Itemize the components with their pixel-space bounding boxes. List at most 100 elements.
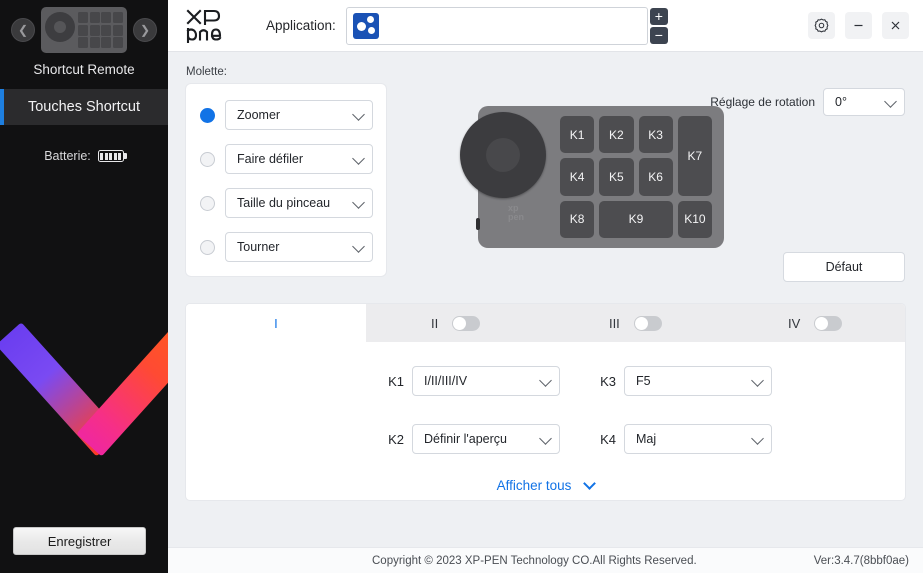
device-key-k4[interactable]: K4 [560, 158, 594, 195]
app-tile-icon[interactable] [353, 13, 379, 39]
keybind-k2-value: Définir l'aperçu [424, 432, 507, 446]
minimize-icon[interactable] [845, 12, 872, 39]
device-key-k10[interactable]: K10 [678, 201, 712, 238]
device-key-k3[interactable]: K3 [639, 116, 673, 153]
wheel-function-value-3: Taille du pinceau [237, 196, 330, 210]
wheel-function-value-1: Zoomer [237, 108, 280, 122]
device-key-k9[interactable]: K9 [599, 201, 673, 238]
device-key-k1[interactable]: K1 [560, 116, 594, 153]
application-add-remove: + − [650, 8, 668, 44]
device-key-k7[interactable]: K7 [678, 116, 712, 196]
device-thumbnail-dial [45, 12, 75, 42]
radio-faire-defiler[interactable] [200, 152, 215, 167]
sidebar-item-touches-shortcut[interactable]: Touches Shortcut [0, 89, 168, 125]
xp-pen-logo [186, 9, 234, 43]
tab-group-4[interactable]: IV [725, 304, 905, 342]
radio-taille-du-pinceau[interactable] [200, 196, 215, 211]
chevron-down-icon [539, 432, 552, 445]
tab-group-1-label: I [274, 316, 278, 331]
device-key-k5[interactable]: K5 [599, 158, 633, 195]
wheel-function-value-2: Faire défiler [237, 152, 303, 166]
keybind-k2: K2 Définir l'aperçu [384, 424, 560, 454]
wheel-option-row[interactable]: Zoomer [186, 100, 386, 130]
keybind-k3-label: K3 [596, 374, 616, 389]
remove-application-button[interactable]: − [650, 27, 668, 44]
chevron-down-icon [352, 196, 365, 209]
chevron-down-icon [352, 240, 365, 253]
keybind-k1-label: K1 [384, 374, 404, 389]
tab-group-1[interactable]: I [186, 304, 366, 342]
add-application-button[interactable]: + [650, 8, 668, 25]
keybind-k2-select[interactable]: Définir l'aperçu [412, 424, 560, 454]
battery-status: Batterie: [0, 125, 168, 163]
device-side-button [476, 218, 480, 230]
tab-group-2-toggle[interactable] [452, 316, 480, 331]
device-key-k8[interactable]: K8 [560, 201, 594, 238]
wheel-function-select-3[interactable]: Taille du pinceau [225, 188, 373, 218]
gear-icon[interactable] [808, 12, 835, 39]
footer: Copyright © 2023 XP-PEN Technology CO.Al… [168, 547, 923, 573]
sidebar: ❮ ❯ Shortcut Remote Touches Shortcut Bat… [0, 0, 168, 573]
device-key-k6[interactable]: K6 [639, 158, 673, 195]
save-button[interactable]: Enregistrer [13, 527, 146, 555]
wheel-function-select-2[interactable]: Faire défiler [225, 144, 373, 174]
device-brand-mark: xppen [508, 204, 524, 222]
show-all-button[interactable]: Afficher tous [186, 478, 905, 493]
tab-group-4-toggle[interactable] [814, 316, 842, 331]
window-controls [808, 12, 909, 39]
keybind-k4-label: K4 [596, 432, 616, 447]
close-icon[interactable] [882, 12, 909, 39]
wheel-function-select-1[interactable]: Zoomer [225, 100, 373, 130]
chevron-down-icon [884, 95, 897, 108]
device-carousel: ❮ ❯ [0, 0, 168, 60]
application-input[interactable] [346, 7, 648, 45]
chevron-down-icon [584, 477, 597, 490]
battery-icon [98, 150, 124, 162]
application-label: Application: [266, 18, 336, 33]
tab-group-3-toggle[interactable] [634, 316, 662, 331]
chevron-right-icon[interactable]: ❯ [133, 18, 157, 42]
device-preview-area: Réglage de rotation 0° xppen K1 K2 [386, 84, 905, 292]
default-button[interactable]: Défaut [783, 252, 905, 282]
keybind-k1-select[interactable]: I/II/III/IV [412, 366, 560, 396]
keybind-k3-select[interactable]: F5 [624, 366, 772, 396]
chevron-down-icon [539, 374, 552, 387]
sidebar-item-label: Touches Shortcut [28, 99, 140, 115]
keybind-k1-value: I/II/III/IV [424, 374, 467, 388]
device-thumbnail[interactable] [41, 7, 127, 53]
content-area: Molette: Zoomer Faire défiler [168, 52, 923, 500]
wheel-and-device-row: Zoomer Faire défiler [186, 84, 905, 292]
wheel-option-row[interactable]: Taille du pinceau [186, 188, 386, 218]
molette-section-label: Molette: [186, 66, 905, 78]
version-text: Ver:3.4.7(8bbf0ae) [814, 555, 909, 567]
radio-zoomer[interactable] [200, 108, 215, 123]
rotation-select[interactable]: 0° [823, 88, 905, 116]
keybind-k3: K3 F5 [596, 366, 772, 396]
wheel-option-row[interactable]: Faire défiler [186, 144, 386, 174]
chevron-down-icon [751, 374, 764, 387]
top-bar: Application: + − [168, 0, 923, 52]
wheel-options-card: Zoomer Faire défiler [186, 84, 386, 276]
device-name: Shortcut Remote [0, 60, 168, 89]
wheel-function-select-4[interactable]: Tourner [225, 232, 373, 262]
device-thumbnail-keys [78, 12, 123, 48]
tab-group-3[interactable]: III [546, 304, 726, 342]
rotation-setting: Réglage de rotation 0° [710, 88, 905, 116]
main-panel: Application: + − [168, 0, 923, 573]
shortcut-groups-card: I II III IV [186, 304, 905, 500]
keybind-k3-value: F5 [636, 374, 651, 388]
chevron-left-icon[interactable]: ❮ [11, 18, 35, 42]
tab-group-2[interactable]: II [366, 304, 546, 342]
keybind-k2-label: K2 [384, 432, 404, 447]
rotation-label: Réglage de rotation [710, 95, 815, 109]
device-illustration: xppen K1 K2 K3 K7 K4 K5 K6 K8 K9 K10 [478, 106, 724, 248]
rotation-value: 0° [835, 95, 847, 109]
radio-tourner[interactable] [200, 240, 215, 255]
device-dial[interactable] [460, 112, 546, 198]
device-key-k2[interactable]: K2 [599, 116, 633, 153]
wheel-option-row[interactable]: Tourner [186, 232, 386, 262]
chevron-down-icon [751, 432, 764, 445]
tab-group-4-label: IV [788, 316, 800, 331]
group-tabs: I II III IV [186, 304, 905, 342]
keybind-k4-select[interactable]: Maj [624, 424, 772, 454]
